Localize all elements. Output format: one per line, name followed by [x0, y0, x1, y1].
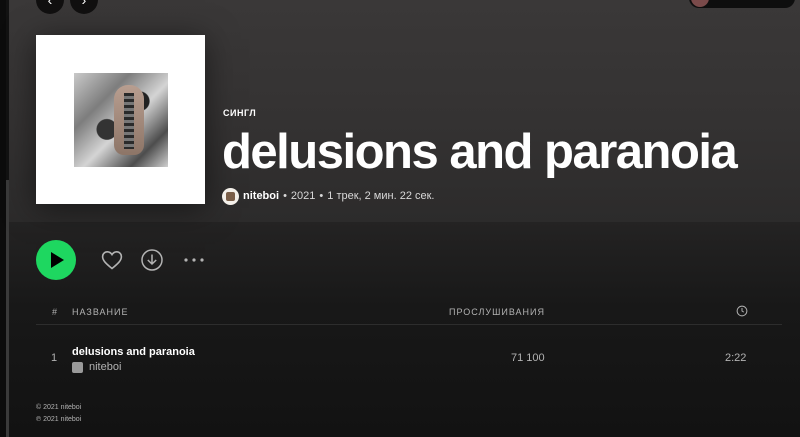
column-header-duration [736, 305, 748, 319]
meta-separator: • [319, 190, 324, 202]
more-button[interactable] [182, 248, 206, 272]
heart-icon [101, 250, 123, 270]
download-icon [141, 249, 163, 271]
avatar [691, 0, 709, 7]
explicit-icon [72, 362, 83, 373]
chevron-right-icon: › [81, 0, 87, 8]
artist-avatar[interactable] [222, 187, 239, 205]
play-icon [51, 252, 64, 268]
tracklist-section [9, 222, 800, 437]
user-profile-button[interactable] [689, 0, 795, 8]
download-button[interactable] [140, 248, 164, 272]
copyright-text: © 2021 niteboi [36, 404, 82, 411]
album-cover[interactable] [36, 35, 205, 204]
more-icon [184, 258, 204, 262]
cover-image [74, 73, 168, 167]
phonogram-text: ℗ 2021 niteboi [36, 416, 82, 423]
album-title: delusions and paranoia [222, 125, 738, 179]
album-type-label: СИНГЛ [223, 108, 257, 118]
track-artist[interactable]: niteboi [89, 361, 121, 373]
clock-icon [736, 305, 748, 317]
nav-back-button[interactable]: ‹ [36, 0, 64, 14]
nav-forward-button[interactable]: › [70, 0, 98, 14]
header-divider [36, 324, 782, 325]
column-header-plays[interactable]: ПРОСЛУШИВАНИЯ [449, 307, 545, 317]
cover-tattoo [124, 93, 134, 149]
chevron-left-icon: ‹ [47, 0, 53, 8]
album-summary: 1 трек, 2 мин. 22 сек. [327, 190, 435, 202]
like-button[interactable] [100, 248, 124, 272]
track-duration: 2:22 [725, 352, 747, 364]
album-year: 2021 [290, 190, 316, 202]
artist-link[interactable]: niteboi [243, 190, 279, 202]
play-button[interactable] [36, 240, 76, 280]
meta-separator: • [283, 190, 287, 202]
track-title[interactable]: delusions and paranoia [72, 346, 195, 358]
album-meta: niteboi • 2021 • 1 трек, 2 мин. 22 сек. [222, 186, 434, 206]
track-number: 1 [51, 352, 58, 364]
track-plays: 71 100 [511, 352, 545, 364]
column-header-title[interactable]: НАЗВАНИЕ [72, 307, 129, 317]
column-header-number: # [52, 307, 59, 317]
